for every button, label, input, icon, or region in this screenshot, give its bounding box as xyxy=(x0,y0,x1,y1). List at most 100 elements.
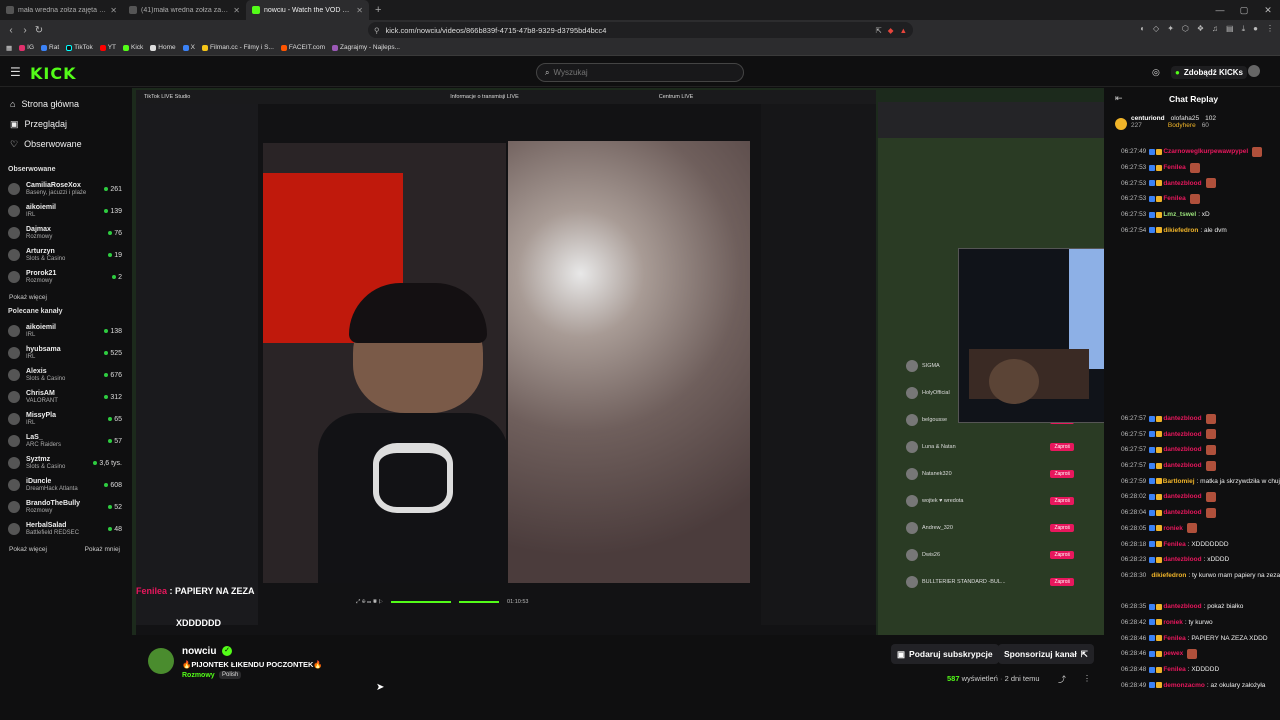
extension-icon[interactable]: ❖ xyxy=(1197,24,1204,34)
get-kicks-button[interactable]: ● Zdobądź KICKs xyxy=(1171,66,1247,79)
channel-item[interactable]: Alexis Slots & Casino 676 xyxy=(0,364,130,386)
browser-tab[interactable]: (41)mała wredna zołza zajęta ♥ (@m... ✕ xyxy=(123,0,246,20)
video-player[interactable]: SIGMAHolyOfficialbelgousseZaprośLuna & N… xyxy=(132,88,1104,635)
sponsor-button[interactable]: Sponsorizuj kanał ⇱ xyxy=(998,644,1094,664)
channel-item[interactable]: Syztmz Slots & Casino 3,6 tys. xyxy=(0,452,130,474)
share-icon[interactable]: ⤴ xyxy=(1058,674,1066,685)
chat-username[interactable]: roniek xyxy=(1163,619,1183,626)
browser-tab-active[interactable]: nowciu - Watch the VOD on Kick ✕ xyxy=(246,0,369,20)
extension-icon[interactable]: ✦ xyxy=(1167,24,1174,34)
kick-logo[interactable]: KICK xyxy=(30,64,77,83)
kicks-icon[interactable]: ◎ xyxy=(1152,67,1160,78)
extension-icon[interactable]: ▲ xyxy=(900,26,907,35)
channel-item[interactable]: MissyPla IRL 65 xyxy=(0,408,130,430)
more-options-icon[interactable]: ⋮ xyxy=(1083,674,1091,683)
show-less-link[interactable]: Pokaż mniej xyxy=(85,546,120,553)
leader-user[interactable]: Bodyhere xyxy=(1168,122,1196,129)
menu-icon[interactable]: ☰ xyxy=(10,65,21,79)
chat-username[interactable]: dantezblood xyxy=(1163,180,1201,187)
show-more-link[interactable]: Pokaż więcej xyxy=(0,288,130,306)
bookmark[interactable]: YT xyxy=(99,44,116,51)
channel-item[interactable]: aikoiemil IRL 139 xyxy=(0,200,130,222)
stream-category[interactable]: Rozmowy xyxy=(182,672,215,679)
browser-tab[interactable]: mała wredna zołza zajęta ♥ (@mało... ✕ xyxy=(0,0,123,20)
extension-icon[interactable]: ◇ xyxy=(1153,24,1159,34)
bookmark[interactable]: X xyxy=(182,44,195,51)
extension-icon[interactable]: ⬡ xyxy=(1182,24,1189,34)
shield-icon[interactable]: ◆ xyxy=(888,26,894,35)
url-field[interactable]: ⚲ kick.com/nowciu/videos/866b839f-4715-4… xyxy=(368,22,913,38)
apps-icon[interactable]: ▦ xyxy=(6,44,12,52)
leader-user[interactable]: olofaha25 xyxy=(1171,115,1200,122)
chat-username[interactable]: Fenilea xyxy=(1163,541,1185,548)
bookmark[interactable]: Zagrajmy - Najleps... xyxy=(332,44,400,51)
menu-icon[interactable]: ⋮ xyxy=(1266,24,1274,34)
chat-username[interactable]: demonzacmo xyxy=(1163,682,1205,689)
close-tab-icon[interactable]: ✕ xyxy=(356,6,363,15)
bookmark[interactable]: Filman.cc - Filmy i S... xyxy=(201,44,274,51)
search-bar[interactable]: ⌕ xyxy=(536,63,744,82)
user-avatar[interactable] xyxy=(1248,65,1260,77)
streamer-name[interactable]: nowciu xyxy=(182,646,216,657)
new-tab-icon[interactable]: + xyxy=(369,4,387,16)
chat-username[interactable]: dantezblood xyxy=(1163,462,1201,469)
chat-username[interactable]: dantezblood xyxy=(1163,509,1201,516)
site-info-icon[interactable]: ⚲ xyxy=(374,26,380,35)
chat-username[interactable]: dikiefedron xyxy=(1163,227,1198,234)
nav-following[interactable]: ♡ Obserwowane xyxy=(0,134,130,154)
maximize-icon[interactable]: ▢ xyxy=(1232,0,1256,20)
bookmark[interactable]: IG xyxy=(19,44,34,51)
chat-username[interactable]: dantezblood xyxy=(1163,556,1201,563)
chat-username[interactable]: Lmz_tswel xyxy=(1163,211,1196,218)
chat-username[interactable]: dantezblood xyxy=(1163,415,1201,422)
bookmark[interactable]: Rat xyxy=(41,44,59,51)
chat-username[interactable]: Fenilea xyxy=(1163,666,1185,673)
bookmark[interactable]: Home xyxy=(150,44,176,51)
channel-item[interactable]: BrandoTheBully Rozmowy 52 xyxy=(0,496,130,518)
chat-username[interactable]: Fenilea xyxy=(1163,164,1185,171)
share-icon[interactable]: ⇱ xyxy=(875,26,881,35)
channel-item[interactable]: Arturzyn Slots & Casino 19 xyxy=(0,244,130,266)
chat-username[interactable]: dantezblood xyxy=(1163,431,1201,438)
language-tag[interactable]: Polish xyxy=(219,671,242,679)
chat-username[interactable]: dantezblood xyxy=(1163,446,1201,453)
channel-item[interactable]: aikoiemil IRL 138 xyxy=(0,320,130,342)
bookmark[interactable]: Kick xyxy=(123,44,143,51)
back-icon[interactable]: ‹ xyxy=(4,25,18,36)
channel-item[interactable]: Prorok21 Rozmowy 2 xyxy=(0,266,130,288)
channel-item[interactable]: iDuncle DreamHack Atlanta 608 xyxy=(0,474,130,496)
channel-item[interactable]: ChrisAM VALORANT 312 xyxy=(0,386,130,408)
bookmark[interactable]: TikTok xyxy=(66,44,93,51)
close-tab-icon[interactable]: ✕ xyxy=(110,6,117,15)
nav-browse[interactable]: ▣ Przeglądaj xyxy=(0,114,130,134)
channel-item[interactable]: hyubsama IRL 525 xyxy=(0,342,130,364)
minimize-icon[interactable]: — xyxy=(1208,0,1232,20)
leader-user[interactable]: centuriond xyxy=(1131,115,1165,122)
chat-username[interactable]: Bartlomiej xyxy=(1163,478,1195,485)
channel-item[interactable]: CamiliaRoseXox Baseny, jacuzzi i plaże 261 xyxy=(0,178,130,200)
chat-username[interactable]: dikiefedron xyxy=(1151,572,1186,579)
sidebar-icon[interactable]: ▤ xyxy=(1226,24,1234,34)
nav-home[interactable]: ⌂ Strona główna xyxy=(0,94,130,114)
channel-item[interactable]: LaS_ ARC Raiders 57 xyxy=(0,430,130,452)
extension-icon[interactable]: ◐ xyxy=(1140,24,1145,34)
search-input[interactable] xyxy=(553,68,724,77)
bookmark[interactable]: FACEIT.com xyxy=(280,44,325,51)
channel-item[interactable]: HerbalSalad Battlefield REDSEC 48 xyxy=(0,518,130,540)
chat-username[interactable]: Fenilea xyxy=(1163,195,1185,202)
close-window-icon[interactable]: ✕ xyxy=(1256,0,1280,20)
chat-username[interactable]: pewex xyxy=(1163,650,1183,657)
forward-icon[interactable]: › xyxy=(18,25,32,36)
download-icon[interactable]: ⤓ xyxy=(1242,24,1246,34)
chat-username[interactable]: Fenilea xyxy=(1163,635,1185,642)
chat-username[interactable]: dantezblood xyxy=(1163,493,1201,500)
gift-sub-button[interactable]: ▣ Podaruj subskrypcje xyxy=(891,644,999,664)
streamer-avatar[interactable] xyxy=(148,648,174,674)
music-icon[interactable]: ♫ xyxy=(1212,24,1218,34)
close-tab-icon[interactable]: ✕ xyxy=(233,6,240,15)
chat-username[interactable]: Czarnoweglkurpewawpypel xyxy=(1163,148,1248,155)
chat-username[interactable]: roniek xyxy=(1163,525,1183,532)
reload-icon[interactable]: ↻ xyxy=(32,25,46,36)
profile-icon[interactable]: ● xyxy=(1253,24,1258,34)
chat-username[interactable]: dantezblood xyxy=(1163,603,1201,610)
